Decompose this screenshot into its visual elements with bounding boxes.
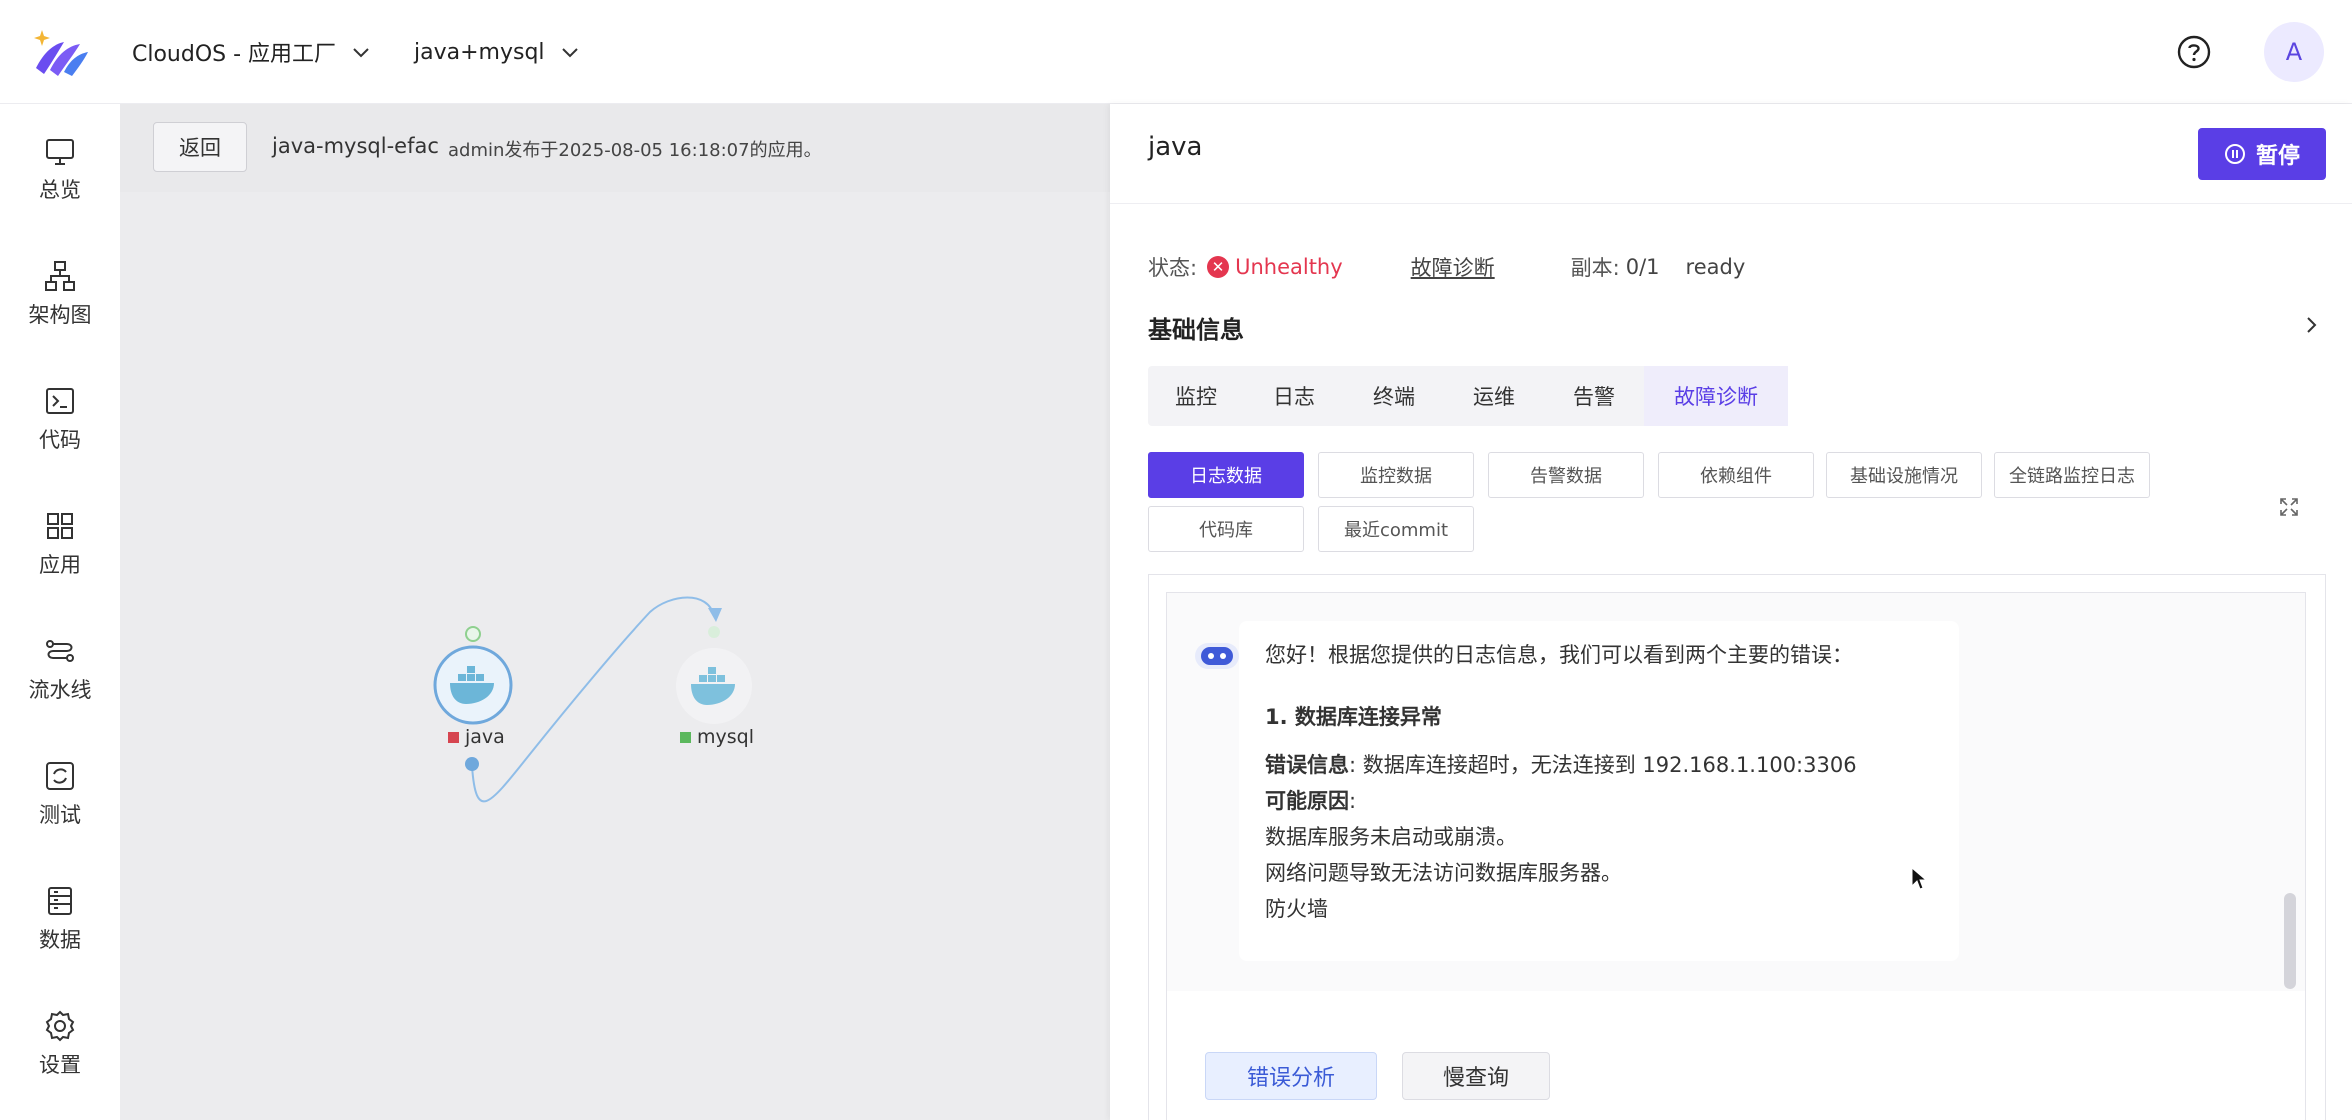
- cloudos-logo-icon[interactable]: [30, 24, 92, 80]
- chevron-down-icon: [353, 48, 369, 58]
- sidebar: 总览 架构图 代码 应用 流水线 测试 数据 设置: [0, 104, 120, 1120]
- chip-monitor-data[interactable]: 监控数据: [1318, 452, 1474, 498]
- refresh-box-icon: [46, 762, 74, 790]
- sidebar-item-label: 流水线: [28, 678, 92, 702]
- cause-item: 网络问题导致无法访问数据库服务器。: [1265, 861, 1622, 885]
- database-icon: [48, 887, 72, 915]
- chevron-down-icon: [561, 48, 578, 58]
- grid-icon: [47, 513, 73, 539]
- mouse-cursor-icon: [1911, 866, 1928, 890]
- java-node-label[interactable]: java: [448, 726, 505, 748]
- node-top-handle: [708, 626, 720, 638]
- message-error-line: 错误信息: 数据库连接超时，无法连接到 192.168.1.100:3306: [1265, 749, 1857, 779]
- error-label: 错误信息: [1265, 753, 1349, 777]
- replica-value: 0/1: [1625, 255, 1660, 279]
- status-dot: [680, 731, 691, 743]
- app-selector[interactable]: java+mysql: [414, 34, 581, 70]
- chevron-right-icon[interactable]: [2300, 314, 2322, 336]
- tab-diagnosis[interactable]: 故障诊断: [1644, 366, 1788, 426]
- status-label: 状态:: [1148, 256, 1198, 280]
- sidebar-item-code[interactable]: 代码: [0, 364, 120, 474]
- replica-label: 副本:: [1570, 256, 1620, 280]
- node-top-handle: [465, 626, 481, 642]
- tab-monitor[interactable]: 监控: [1148, 366, 1244, 426]
- tab-ops[interactable]: 运维: [1444, 366, 1544, 426]
- sidebar-item-overview[interactable]: 总览: [0, 114, 120, 224]
- sidebar-item-architecture[interactable]: 架构图: [0, 239, 120, 349]
- top-header: CloudOS - 应用工厂 java+mysql A: [0, 0, 2352, 104]
- section-title: 基础信息: [1148, 316, 1244, 344]
- edge-arrow-icon: [708, 608, 722, 622]
- workspace-selector-label: CloudOS - 应用工厂: [132, 42, 337, 67]
- monitor-icon: [46, 139, 74, 165]
- message-intro: 您好！根据您提供的日志信息，我们可以看到两个主要的错误：: [1265, 643, 1853, 667]
- chip-log-data[interactable]: 日志数据: [1148, 452, 1304, 498]
- cause-item: 数据库服务未启动或崩溃。: [1265, 825, 1517, 849]
- status-row: 状态: ✕ Unhealthy 故障诊断 副本: 0/1 ready: [1148, 252, 1745, 282]
- terminal-icon: [46, 388, 74, 414]
- app-selector-label: java+mysql: [414, 39, 545, 65]
- sidebar-item-label: 数据: [39, 928, 81, 952]
- chip-infrastructure[interactable]: 基础设施情况: [1826, 452, 1982, 498]
- status-value: Unhealthy: [1235, 255, 1343, 279]
- panel-title: java: [1148, 132, 1203, 162]
- pause-button[interactable]: 暂停: [2198, 128, 2326, 180]
- edge-source-handle: [465, 757, 479, 771]
- tab-bar: 监控 日志 终端 运维 告警 故障诊断: [1148, 366, 1788, 426]
- cause-label: 可能原因: [1265, 789, 1349, 813]
- chip-alert-data[interactable]: 告警数据: [1488, 452, 1644, 498]
- service-graph: [433, 596, 752, 803]
- sidebar-item-data[interactable]: 数据: [0, 864, 120, 974]
- node-name: java: [465, 726, 505, 748]
- message-cause-line: 可能原因:: [1265, 785, 1356, 815]
- panel-header: java 暂停: [1110, 104, 2352, 204]
- gear-icon: [45, 1010, 75, 1042]
- mysql-node-label[interactable]: mysql: [680, 726, 754, 748]
- robot-icon: [1195, 643, 1239, 669]
- workspace-selector[interactable]: CloudOS - 应用工厂: [132, 34, 372, 70]
- avatar[interactable]: A: [2264, 22, 2324, 82]
- sidebar-item-label: 代码: [39, 428, 81, 452]
- chip-code-repo[interactable]: 代码库: [1148, 506, 1304, 552]
- error-text: : 数据库连接超时，无法连接到 192.168.1.100:3306: [1349, 753, 1857, 777]
- chip-dependencies[interactable]: 依赖组件: [1658, 452, 1814, 498]
- sidebar-item-pipeline[interactable]: 流水线: [0, 614, 120, 724]
- pause-button-label: 暂停: [2255, 144, 2300, 169]
- slow-query-button[interactable]: 慢查询: [1402, 1052, 1550, 1100]
- question-circle-icon[interactable]: [2176, 34, 2212, 70]
- hierarchy-icon: [45, 261, 75, 291]
- sidebar-item-label: 总览: [39, 178, 81, 202]
- cause-item: 防火墙: [1265, 897, 1328, 921]
- expand-icon[interactable]: [2278, 496, 2300, 518]
- scrollbar-thumb[interactable]: [2284, 893, 2296, 989]
- sidebar-item-test[interactable]: 测试: [0, 739, 120, 849]
- sidebar-item-settings[interactable]: 设置: [0, 989, 120, 1099]
- cause-colon: :: [1349, 789, 1357, 813]
- pipeline-icon: [46, 640, 74, 662]
- sidebar-item-label: 设置: [39, 1053, 81, 1077]
- app-root: CloudOS - 应用工厂 java+mysql A 总览 架构图 代码 应用…: [0, 0, 2352, 1120]
- service-detail-panel: java 暂停 状态: ✕ Unhealthy 故障诊断 副本: 0/1 rea…: [1110, 104, 2352, 1120]
- error-analysis-button[interactable]: 错误分析: [1205, 1052, 1377, 1100]
- tab-alerts[interactable]: 告警: [1544, 366, 1644, 426]
- sidebar-item-label: 应用: [39, 553, 81, 577]
- tab-logs[interactable]: 日志: [1244, 366, 1344, 426]
- chip-recent-commit[interactable]: 最近commit: [1318, 506, 1474, 552]
- chip-tracing-logs[interactable]: 全链路监控日志: [1994, 452, 2150, 498]
- status-dot: [448, 731, 459, 743]
- sidebar-item-apps[interactable]: 应用: [0, 489, 120, 599]
- message-heading: 1. 数据库连接异常: [1265, 705, 1442, 729]
- chat-scroll-area[interactable]: 您好！根据您提供的日志信息，我们可以看到两个主要的错误： 1. 数据库连接异常 …: [1166, 592, 2306, 1120]
- node-name: mysql: [697, 726, 754, 748]
- tab-terminal[interactable]: 终端: [1344, 366, 1444, 426]
- architecture-canvas[interactable]: 返回 java-mysql-efac admin发布于2025-08-05 16…: [120, 104, 1110, 1120]
- sidebar-item-label: 测试: [39, 803, 81, 827]
- sidebar-item-label: 架构图: [28, 303, 92, 327]
- diagnose-link[interactable]: 故障诊断: [1411, 252, 1495, 282]
- error-x-icon: ✕: [1207, 256, 1230, 278]
- replica-state: ready: [1685, 255, 1746, 279]
- pause-icon: [2224, 144, 2245, 164]
